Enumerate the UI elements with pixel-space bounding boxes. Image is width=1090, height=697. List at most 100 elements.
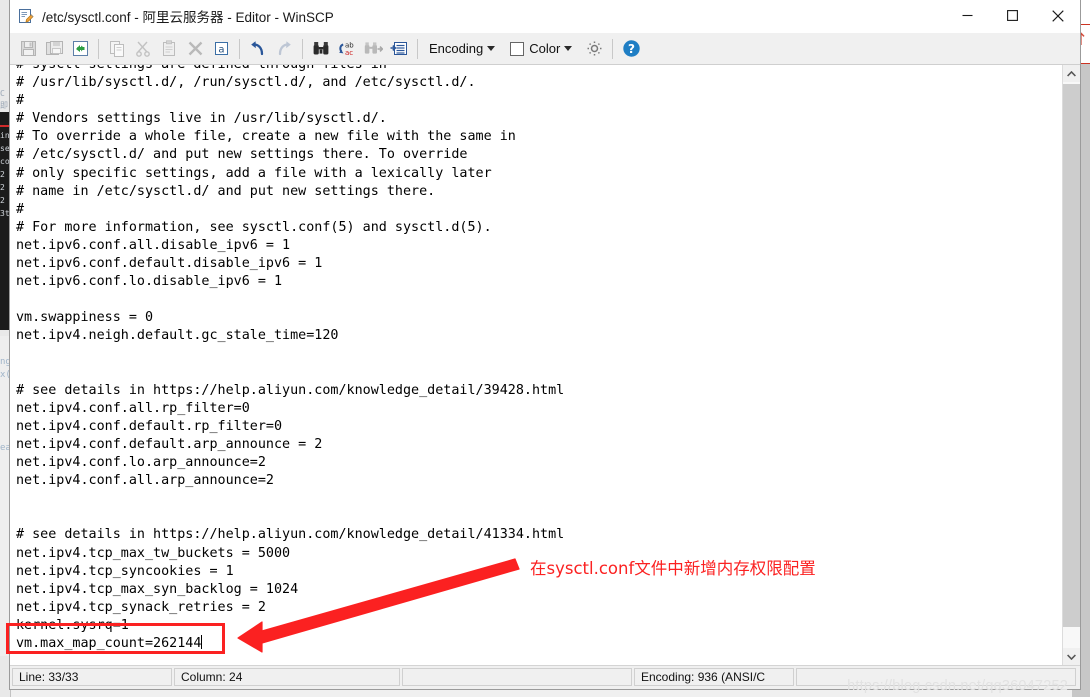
code-line-active: vm.max_map_count=262144 — [16, 635, 564, 653]
text-cursor — [201, 635, 203, 649]
code-text-area[interactable]: # sysctl settings are defined through fi… — [10, 65, 1062, 665]
code-line-active-text: vm.max_map_count=262144 — [16, 636, 202, 651]
background-window-lower: ng x( ea — [0, 336, 9, 656]
select-all-button[interactable]: a — [208, 36, 234, 62]
encoding-menu[interactable]: Encoding — [423, 36, 504, 62]
code-line: kernel.sysrq=1 — [16, 617, 129, 633]
copy-icon — [109, 41, 124, 57]
save-as-button[interactable] — [41, 36, 67, 62]
copy-button[interactable] — [104, 36, 130, 62]
minimize-button[interactable] — [945, 0, 990, 31]
vertical-scrollbar[interactable] — [1062, 65, 1080, 665]
color-checkbox[interactable] — [510, 41, 525, 56]
scroll-up-button[interactable] — [1063, 65, 1080, 82]
chevron-down-icon — [487, 46, 496, 51]
reload-refresh-icon — [72, 41, 88, 56]
svg-text:ac: ac — [345, 49, 353, 57]
code-line: net.ipv4.conf.default.rp_filter=0 — [16, 418, 283, 434]
background-text-fragment: 3t — [0, 209, 9, 218]
close-icon — [1051, 9, 1064, 22]
save-copy-icon — [45, 41, 63, 55]
status-column: Column: 24 — [174, 668, 400, 686]
scrollbar-track[interactable] — [1063, 82, 1080, 648]
code-line: net.ipv6.conf.lo.disable_ipv6 = 1 — [16, 274, 283, 290]
close-button[interactable] — [1035, 0, 1080, 31]
toolbar-separator — [612, 38, 614, 59]
delete-button[interactable] — [182, 36, 208, 62]
find-next-button[interactable] — [360, 36, 386, 62]
window-title: /etc/sysctl.conf - 阿里云服务器 - Editor - Win… — [42, 10, 334, 25]
code-line: # see details in https://help.aliyun.com… — [16, 527, 565, 543]
floppy-save-icon — [20, 41, 36, 56]
background-text-fragment: 2 — [0, 183, 5, 192]
code-line: # sysctl settings are defined through fi… — [16, 65, 564, 74]
code-line: # Vendors settings live in /usr/lib/sysc… — [16, 111, 387, 127]
editor-toolbar: a ab ac Encoding Color ? — [10, 33, 1080, 65]
title-bar: /etc/sysctl.conf - 阿里云服务器 - Editor - Win… — [10, 0, 1080, 33]
redo-button[interactable] — [271, 36, 297, 62]
svg-text:?: ? — [628, 42, 635, 56]
find-button[interactable] — [308, 36, 334, 62]
editor-document-pencil-icon — [18, 8, 34, 24]
code-line: # /etc/sysctl.d/ and put new settings th… — [16, 147, 468, 163]
find-next-icon — [364, 42, 383, 54]
code-line: # To override a whole file, create a new… — [16, 129, 516, 145]
background-text-fragment: 2 — [0, 196, 5, 205]
chevron-down-icon — [1067, 653, 1076, 660]
code-line: net.ipv4.tcp_max_syn_backlog = 1024 — [16, 581, 299, 597]
help-question-icon: ? — [623, 40, 640, 57]
color-menu[interactable]: Color — [529, 36, 581, 62]
cut-button[interactable] — [130, 36, 156, 62]
toolbar-separator — [239, 38, 240, 59]
help-button[interactable]: ? — [618, 36, 644, 62]
encoding-menu-label: Encoding — [429, 41, 484, 56]
background-red-divider — [0, 125, 9, 127]
code-line: net.ipv4.conf.all.arp_announce=2 — [16, 473, 274, 489]
minimize-icon — [962, 14, 973, 17]
code-line: # only specific settings, add a file wit… — [16, 165, 492, 181]
save-button[interactable] — [15, 36, 41, 62]
background-text-fragment: se — [0, 144, 9, 153]
reload-button[interactable] — [67, 36, 93, 62]
status-blank-1 — [402, 668, 632, 686]
code-line: # name in /etc/sysctl.d/ and put new set… — [16, 183, 436, 199]
background-text-fragment: C — [0, 89, 5, 98]
chevron-up-icon — [1067, 70, 1076, 77]
status-line: Line: 33/33 — [12, 668, 172, 686]
winscp-editor-window: /etc/sysctl.conf - 阿里云服务器 - Editor - Win… — [9, 0, 1081, 690]
code-line: net.ipv4.neigh.default.gc_stale_time=120 — [16, 328, 339, 344]
undo-button[interactable] — [245, 36, 271, 62]
watermark-text: https://blog.csdn.net/qq36047252 — [847, 678, 1068, 694]
redo-arrow-icon — [278, 41, 291, 56]
toolbar-separator — [98, 38, 99, 59]
delete-x-icon — [188, 41, 202, 56]
settings-button[interactable] — [581, 36, 607, 62]
replace-button[interactable]: ab ac — [334, 36, 360, 62]
code-line: net.ipv4.conf.lo.arp_announce=2 — [16, 455, 266, 471]
code-line: net.ipv4.tcp_synack_retries = 2 — [16, 599, 266, 615]
go-to-line-button[interactable] — [386, 36, 412, 62]
toolbar-separator — [302, 38, 303, 59]
maximize-button[interactable] — [990, 0, 1035, 31]
toolbar-separator — [417, 38, 418, 59]
svg-text:a: a — [218, 44, 224, 55]
code-line: net.ipv4.conf.default.arp_announce = 2 — [16, 436, 323, 452]
background-text-fragment: co — [0, 157, 9, 166]
chevron-down-icon — [564, 46, 573, 51]
code-line: # see details in https://help.aliyun.com… — [16, 382, 565, 398]
code-line: net.ipv6.conf.all.disable_ipv6 = 1 — [16, 237, 291, 253]
paste-button[interactable] — [156, 36, 182, 62]
scrollbar-thumb[interactable] — [1063, 84, 1080, 628]
code-line: # — [16, 93, 25, 109]
code-line: # — [16, 201, 25, 217]
background-text-fragment: 2 — [0, 170, 5, 179]
scroll-down-button[interactable] — [1063, 648, 1080, 665]
code-content: # sysctl settings are defined through fi… — [16, 65, 564, 653]
background-text-fragment: 即 — [0, 101, 8, 110]
binoculars-find-icon — [313, 42, 329, 55]
code-line: # For more information, see sysctl.conf(… — [16, 219, 492, 235]
